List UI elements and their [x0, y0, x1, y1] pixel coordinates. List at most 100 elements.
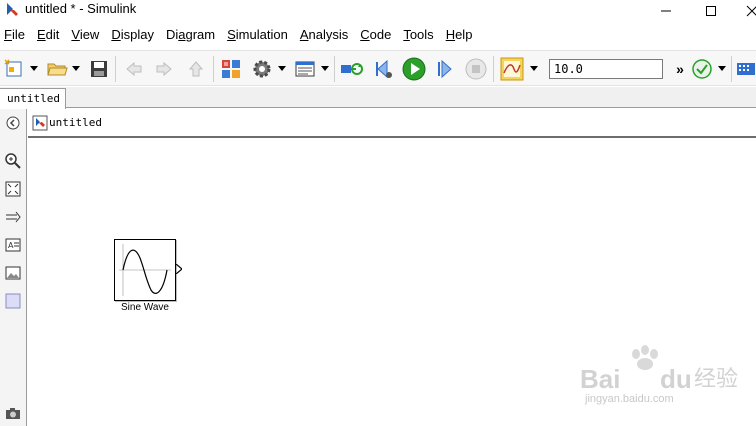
model-advisor-dropdown[interactable]	[717, 56, 727, 82]
area-icon	[5, 293, 21, 309]
forward-button[interactable]	[151, 56, 177, 82]
svg-text:du: du	[660, 364, 692, 394]
arrow-direction-button[interactable]	[3, 207, 23, 227]
model-tab-strip: untitled	[0, 87, 756, 109]
area-button[interactable]	[3, 291, 23, 311]
toolbar: 10.0 »	[0, 50, 756, 86]
menu-label-part: ile	[11, 27, 25, 42]
fit-to-view-button[interactable]	[3, 179, 23, 199]
chevron-down-icon	[278, 66, 286, 71]
toolbar-separator	[493, 56, 494, 82]
svg-text:经验: 经验	[694, 367, 738, 392]
close-button[interactable]	[736, 0, 756, 22]
library-browser-button[interactable]	[218, 56, 244, 82]
fit-to-view-icon	[5, 181, 21, 197]
menu-label-part: elp	[455, 27, 473, 42]
menu-label-part: iew	[79, 27, 100, 42]
step-back-icon	[376, 59, 392, 79]
build-icon	[737, 63, 755, 75]
check-icon	[692, 59, 712, 79]
stop-button[interactable]	[463, 56, 489, 82]
data-inspector-icon	[500, 57, 524, 81]
model-icon	[32, 115, 48, 131]
zoom-button[interactable]	[3, 151, 23, 171]
menu-accelerator: D	[111, 27, 121, 42]
maximize-button[interactable]	[695, 0, 727, 22]
minimize-icon	[661, 10, 671, 12]
menu-accelerator: E	[36, 27, 46, 42]
data-inspector-button[interactable]	[499, 56, 525, 82]
collapse-icon	[6, 116, 20, 130]
toolbar-separator	[731, 56, 732, 82]
menu-display[interactable]: Display	[107, 25, 162, 45]
model-explorer-icon	[295, 61, 315, 77]
new-model-icon	[4, 59, 22, 77]
menu-label-part: Di	[165, 27, 179, 42]
step-back-button[interactable]	[371, 56, 397, 82]
menu-help[interactable]: Help	[442, 25, 481, 45]
annotation-button[interactable]: A	[3, 235, 23, 255]
data-inspector-dropdown[interactable]	[529, 56, 539, 82]
step-forward-button[interactable]	[432, 56, 458, 82]
new-model-dropdown[interactable]	[29, 56, 39, 82]
breadcrumb[interactable]: untitled	[49, 116, 102, 129]
arrow-right-icon	[6, 211, 21, 223]
model-explorer-dropdown[interactable]	[320, 56, 330, 82]
menu-accelerator: C	[360, 27, 370, 42]
model-explorer-button[interactable]	[292, 56, 318, 82]
toolbar-separator	[213, 56, 214, 82]
menu-label-part: ools	[409, 27, 434, 42]
menu-view[interactable]: View	[67, 25, 107, 45]
close-icon	[746, 5, 756, 17]
chevron-down-icon	[321, 66, 329, 71]
window-title: untitled * - Simulink	[25, 1, 137, 16]
save-button[interactable]	[86, 56, 112, 82]
output-port-icon[interactable]	[176, 264, 182, 274]
open-dropdown[interactable]	[71, 56, 81, 82]
sine-wave-block[interactable]	[114, 239, 176, 301]
svg-text:A: A	[8, 241, 14, 250]
menu-diagram[interactable]: Diagram	[162, 25, 223, 45]
up-button[interactable]	[183, 56, 209, 82]
menu-simulation[interactable]: Simulation	[223, 25, 296, 45]
title-bar: untitled * - Simulink	[0, 0, 756, 22]
menu-accelerator: H	[445, 27, 456, 42]
tab-untitled[interactable]: untitled	[0, 88, 66, 109]
menu-analysis[interactable]: Analysis	[296, 25, 356, 45]
model-settings-button[interactable]	[249, 56, 275, 82]
toolbar-separator	[334, 56, 335, 82]
menu-code[interactable]: Code	[356, 25, 399, 45]
palette: A	[0, 109, 27, 426]
model-advisor-button[interactable]	[689, 56, 715, 82]
update-diagram-button[interactable]	[339, 56, 365, 82]
back-button[interactable]	[121, 56, 147, 82]
folder-open-icon	[47, 63, 68, 76]
chevron-down-icon	[30, 66, 38, 71]
new-model-button[interactable]	[2, 56, 28, 82]
menu-label-part: ode	[369, 27, 392, 42]
menu-label-part: dit	[45, 27, 60, 42]
open-button[interactable]	[44, 56, 70, 82]
snapshot-button[interactable]	[3, 403, 23, 423]
camera-icon	[6, 408, 20, 419]
menu-tools[interactable]: Tools	[399, 25, 441, 45]
image-icon	[5, 266, 21, 280]
arrow-left-icon	[126, 61, 142, 77]
menu-accelerator: F	[4, 27, 12, 42]
model-settings-dropdown[interactable]	[277, 56, 287, 82]
sine-wave-icon	[119, 244, 171, 296]
run-button[interactable]	[401, 56, 427, 82]
menu-label-part: nalysis	[308, 27, 349, 42]
explorer-bar: untitled	[28, 110, 756, 138]
maximize-icon	[706, 6, 716, 16]
gear-icon	[253, 60, 271, 78]
hide-show-explorer-button[interactable]	[3, 113, 23, 133]
minimize-button[interactable]	[650, 0, 682, 22]
menu-bar: File Edit View Display Diagram Simulation Anal…	[0, 24, 756, 46]
build-button[interactable]	[734, 56, 756, 82]
block-name-label[interactable]: Sine Wave	[105, 302, 185, 313]
menu-edit[interactable]: Edit	[33, 25, 67, 45]
image-button[interactable]	[3, 263, 23, 283]
menu-file[interactable]: File	[0, 25, 33, 45]
stop-time-input[interactable]: 10.0	[549, 59, 663, 79]
